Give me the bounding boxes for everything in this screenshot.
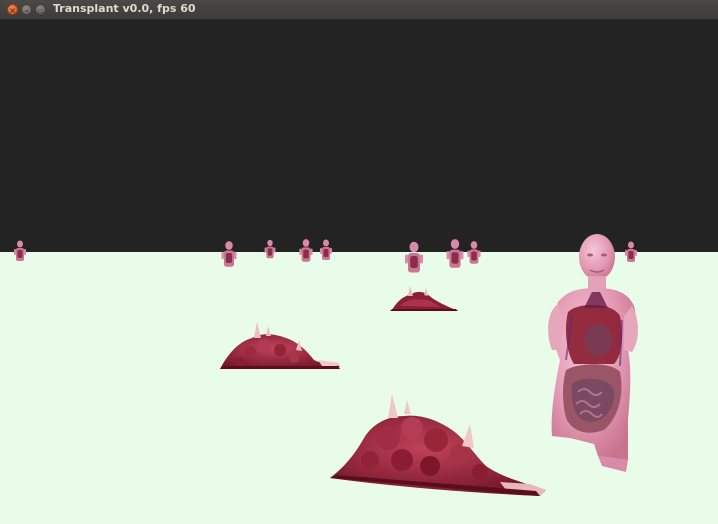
distant-torso (14, 240, 26, 261)
distant-torso (320, 239, 332, 260)
distant-torso (405, 241, 423, 273)
distant-torso (264, 239, 276, 259)
distant-torso (446, 239, 464, 268)
distant-torso (467, 241, 481, 264)
torso-model (548, 234, 638, 472)
title-bar[interactable]: × – ▫ Transplant v0.0, fps 60 (0, 0, 718, 20)
minimize-button[interactable]: – (21, 4, 32, 15)
game-window: × – ▫ Transplant v0.0, fps 60 (0, 0, 718, 524)
distant-torso (625, 241, 637, 262)
close-button[interactable]: × (7, 4, 18, 15)
game-viewport[interactable] (0, 20, 718, 524)
distant-torso (299, 239, 313, 262)
maximize-button[interactable]: ▫ (35, 4, 46, 15)
distant-torso (221, 241, 237, 267)
game-scene (14, 234, 638, 496)
organ-pile (390, 286, 458, 311)
organ-pile (330, 394, 546, 496)
window-title: Transplant v0.0, fps 60 (53, 2, 196, 15)
organ-pile (220, 322, 340, 369)
